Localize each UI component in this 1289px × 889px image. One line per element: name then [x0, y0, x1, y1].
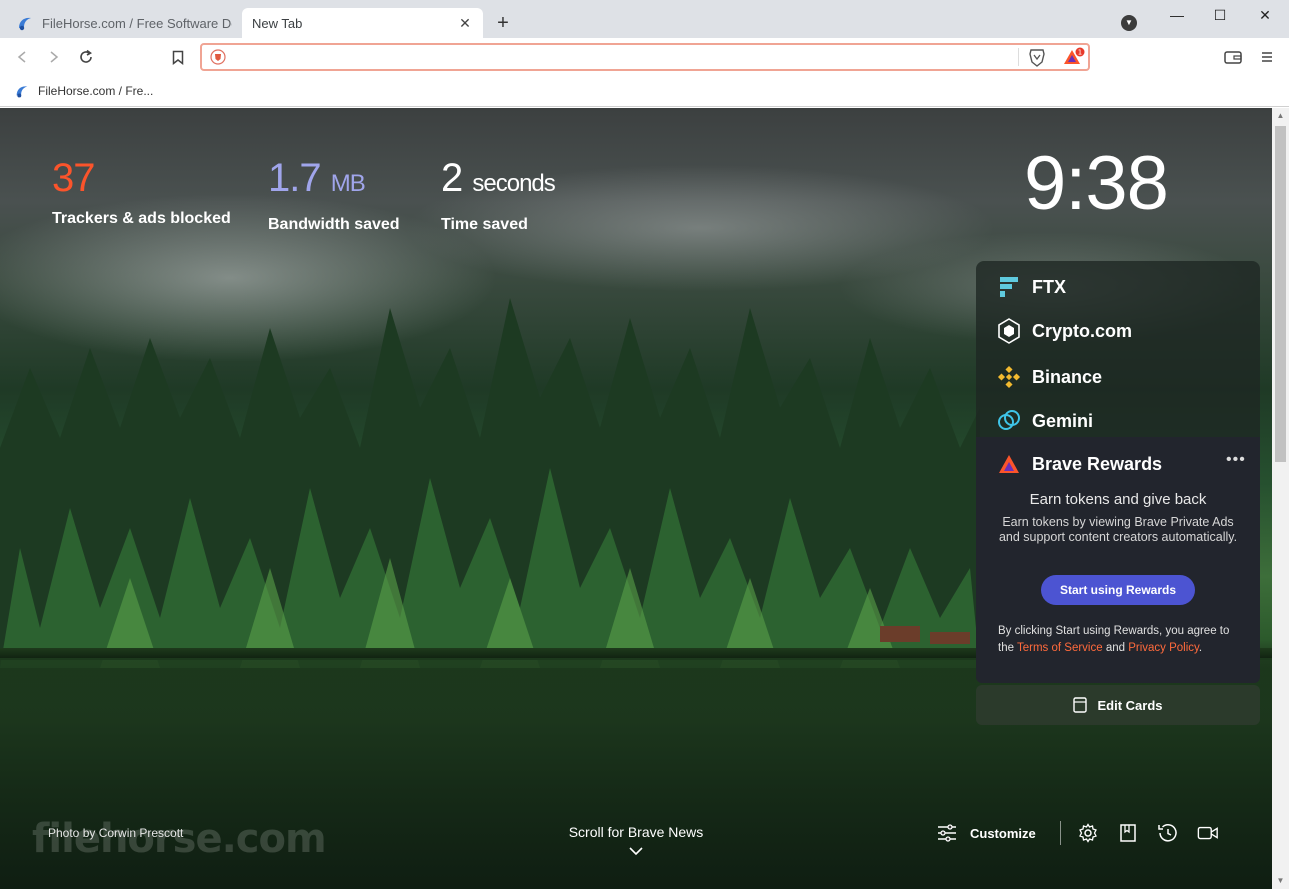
- bookmark-icon: [172, 50, 184, 65]
- scroll-down-icon[interactable]: ▼: [1272, 873, 1289, 889]
- widget-cards: FTX Crypto.com Binance Gemini: [976, 261, 1260, 437]
- forward-icon: [50, 51, 59, 63]
- toolbar-divider: [1059, 821, 1061, 845]
- stat-time: 2 seconds Time saved: [441, 156, 556, 234]
- tab-title: New Tab: [252, 15, 303, 31]
- bandwidth-value: 1.7: [268, 156, 322, 200]
- crypto-com-icon: [998, 318, 1020, 344]
- card-crypto-com[interactable]: Crypto.com: [996, 316, 1132, 346]
- tab-strip: FileHorse.com / Free Software Download N…: [0, 0, 1289, 38]
- new-tab-button[interactable]: +: [492, 12, 514, 34]
- bottom-toolbar: Customize: [936, 820, 1237, 846]
- back-icon: [17, 51, 26, 63]
- chevron-down-icon: [629, 847, 643, 856]
- brave-shield-site-icon: [210, 49, 226, 65]
- tab-new-tab[interactable]: New Tab ✕: [242, 8, 483, 38]
- privacy-policy-link[interactable]: Privacy Policy: [1128, 642, 1199, 654]
- customize-button[interactable]: Customize: [936, 823, 1036, 843]
- filehorse-favicon-icon: [19, 17, 31, 31]
- card-label: Crypto.com: [1032, 320, 1133, 341]
- reload-icon: [80, 49, 92, 63]
- address-bar[interactable]: 1: [200, 43, 1090, 71]
- card-label: Gemini: [1032, 410, 1094, 431]
- card-binance[interactable]: Binance: [996, 362, 1102, 392]
- forward-button[interactable]: [43, 46, 65, 68]
- card-gemini[interactable]: Gemini: [996, 406, 1093, 436]
- binance-icon: [997, 365, 1021, 389]
- minimize-button[interactable]: —: [1162, 4, 1192, 26]
- card-ftx[interactable]: FTX: [996, 272, 1066, 302]
- time-value: 2: [441, 156, 463, 200]
- close-tab-icon[interactable]: ✕: [457, 15, 473, 32]
- rewards-title: Brave Rewards: [1032, 453, 1163, 474]
- url-divider: [1018, 48, 1019, 66]
- close-window-button[interactable]: ✕: [1250, 4, 1280, 26]
- history-button[interactable]: [1157, 822, 1179, 844]
- reload-button[interactable]: [75, 46, 97, 68]
- brave-talk-button[interactable]: [1197, 822, 1219, 844]
- clock: 9:38: [1024, 141, 1169, 226]
- brave-rewards-card: Brave Rewards ••• Earn tokens and give b…: [976, 437, 1260, 683]
- brave-rewards-logo-icon: [999, 455, 1019, 473]
- bookmark-filehorse[interactable]: FileHorse.com / Fre...: [14, 80, 153, 102]
- wallet-button[interactable]: [1222, 46, 1244, 68]
- time-label: Time saved: [441, 216, 528, 233]
- sliders-icon: [938, 824, 956, 842]
- history-icon: [1157, 824, 1177, 842]
- tab-title: FileHorse.com / Free Software Download: [42, 15, 232, 31]
- bookmark-label: FileHorse.com / Fre...: [38, 84, 154, 98]
- gear-icon: [1078, 823, 1097, 843]
- new-tab-page: 37 Trackers & ads blocked 1.7 MB Bandwid…: [0, 108, 1272, 889]
- customize-label: Customize: [970, 825, 1036, 841]
- edit-cards-icon: [1073, 697, 1088, 713]
- tab-search-icon[interactable]: ▼: [1121, 15, 1137, 31]
- video-camera-icon: [1197, 826, 1218, 840]
- wallet-icon: [1224, 51, 1242, 64]
- card-label: Binance: [1032, 366, 1103, 387]
- trackers-label: Trackers & ads blocked: [52, 210, 231, 227]
- trackers-count: 37: [52, 156, 95, 200]
- rewards-legal-text: By clicking Start using Rewards, you agr…: [998, 623, 1243, 657]
- bookmark-button[interactable]: [167, 46, 189, 68]
- stat-bandwidth: 1.7 MB Bandwidth saved: [268, 156, 400, 234]
- gemini-icon: [998, 410, 1020, 430]
- tab-filehorse[interactable]: FileHorse.com / Free Software Download: [6, 8, 242, 38]
- bookmarks-bar: FileHorse.com / Fre...: [0, 76, 1289, 107]
- legal-and: and: [1102, 642, 1129, 654]
- menu-button[interactable]: [1256, 46, 1278, 68]
- edit-cards-button[interactable]: Edit Cards: [976, 685, 1260, 725]
- stat-trackers: 37 Trackers & ads blocked: [52, 156, 231, 228]
- filehorse-favicon-icon: [16, 86, 28, 98]
- legal-suffix: .: [1198, 642, 1203, 654]
- toolbar: 1: [0, 38, 1289, 76]
- edit-cards-label: Edit Cards: [1097, 697, 1163, 713]
- rewards-header: Brave Rewards: [998, 453, 1162, 475]
- bandwidth-label: Bandwidth saved: [268, 216, 400, 233]
- rewards-subtitle: Earn tokens and give back: [1029, 491, 1207, 508]
- page-scrollbar[interactable]: ▲ ▼: [1272, 108, 1289, 889]
- photo-credit[interactable]: Photo by Corwin Prescott: [48, 826, 183, 840]
- more-options-icon[interactable]: •••: [1226, 451, 1246, 469]
- back-button[interactable]: [11, 46, 33, 68]
- settings-button[interactable]: [1077, 822, 1099, 844]
- svg-text:1: 1: [1078, 49, 1082, 57]
- news-label: Scroll for Brave News: [568, 824, 704, 840]
- maximize-button[interactable]: ☐: [1205, 4, 1235, 26]
- url-input[interactable]: [232, 47, 1012, 67]
- bookmarks-button[interactable]: [1117, 822, 1139, 844]
- start-using-rewards-button[interactable]: Start using Rewards: [1041, 575, 1195, 605]
- brave-shields-icon[interactable]: [1028, 48, 1046, 67]
- bookmarks-icon: [1119, 824, 1136, 842]
- scroll-thumb[interactable]: [1275, 126, 1286, 462]
- brave-news-prompt[interactable]: Scroll for Brave News: [530, 824, 742, 856]
- terms-of-service-link[interactable]: Terms of Service: [1017, 642, 1103, 654]
- card-label: FTX: [1032, 276, 1066, 297]
- hamburger-menu-icon: [1262, 52, 1272, 62]
- brave-rewards-icon[interactable]: 1: [1062, 47, 1086, 67]
- bandwidth-unit: MB: [330, 170, 366, 197]
- ftx-icon: [1000, 277, 1018, 297]
- scroll-up-icon[interactable]: ▲: [1272, 108, 1289, 124]
- rewards-description: Earn tokens by viewing Brave Private Ads…: [998, 515, 1238, 544]
- time-unit: seconds: [472, 170, 555, 197]
